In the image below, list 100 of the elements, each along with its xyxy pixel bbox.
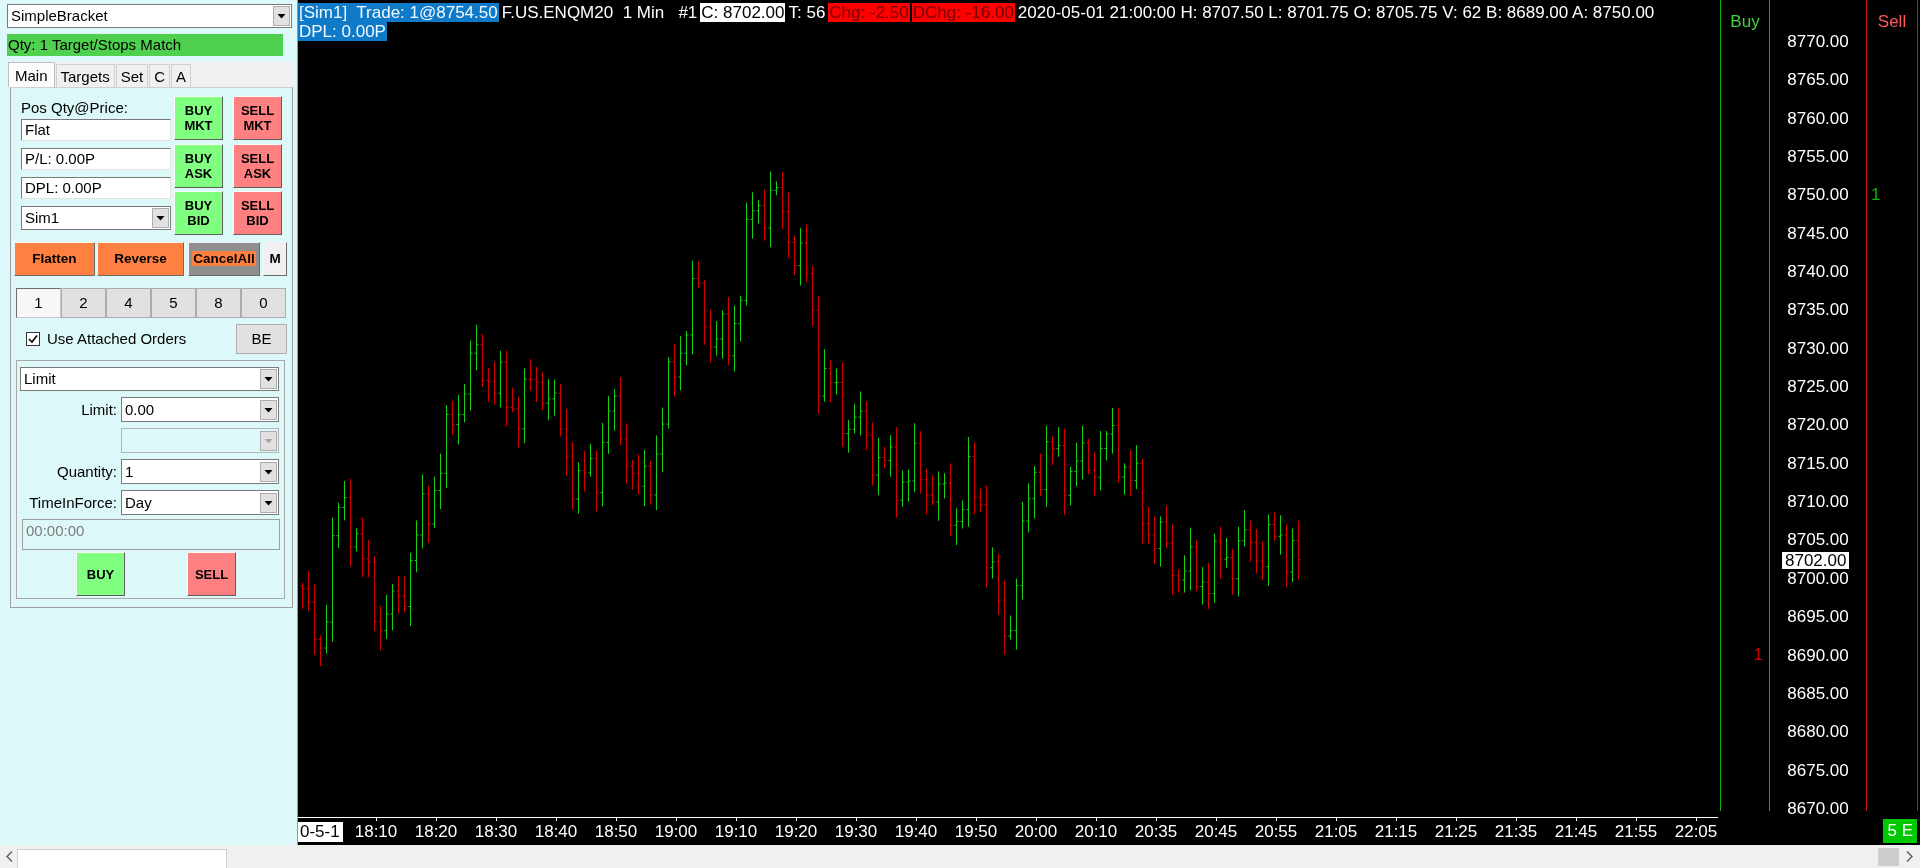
small-button[interactable]: M (263, 242, 287, 276)
field-label: TimeInForce: (28, 493, 118, 512)
quantity-preset-button[interactable]: 0 (241, 288, 286, 318)
buy-button[interactable]: BUY ASK (174, 143, 223, 188)
caret-icon[interactable] (273, 6, 290, 26)
caret-icon[interactable] (152, 208, 169, 228)
price-label: 8710.00 (1787, 493, 1849, 511)
price-label: 8725.00 (1787, 378, 1849, 396)
price-label: 8700.00 (1787, 569, 1849, 587)
checkbox-label: Use Attached Orders (47, 330, 187, 348)
time-label: 18:20 (414, 821, 458, 842)
quantity-preset-button[interactable]: 5 (151, 288, 196, 318)
price-label: 8680.00 (1787, 723, 1849, 741)
time-label: 21:05 (1314, 821, 1358, 842)
quantity-preset-button[interactable]: 1 (16, 288, 61, 318)
time-label: 18:40 (534, 821, 578, 842)
time-label: 19:40 (894, 821, 938, 842)
order-count: 1 (1871, 186, 1881, 204)
readout-field: Flat (21, 119, 171, 141)
quantity-preset-button[interactable]: 4 (106, 288, 151, 318)
time-label: 19:10 (714, 821, 758, 842)
time-label: 21:55 (1614, 821, 1658, 842)
buy-button[interactable]: BUY (76, 552, 125, 596)
chart-info-text: F.US.ENQM20 1 Min #1 (500, 3, 699, 22)
tab[interactable]: Main (8, 62, 55, 87)
caret-icon[interactable] (260, 399, 277, 420)
checkbox[interactable] (26, 332, 40, 346)
sell-button[interactable]: SELL MKT (233, 96, 282, 140)
field-dropdown[interactable]: 1 (121, 459, 279, 484)
price-label: 8740.00 (1787, 263, 1849, 281)
price-label: 8730.00 (1787, 339, 1849, 357)
time-label: 18:10 (354, 821, 398, 842)
scrollbar-thumb[interactable] (1878, 847, 1899, 866)
readout-field: P/L: 0.00P (21, 148, 171, 170)
price-label: 8675.00 (1787, 761, 1849, 779)
time-label: 19:20 (774, 821, 818, 842)
time-label: 20:55 (1254, 821, 1298, 842)
readout-field: DPL: 0.00P (21, 177, 171, 199)
time-label: 19:00 (654, 821, 698, 842)
change-text: Chg: -2.50 (828, 3, 910, 22)
buy-button[interactable]: BUY MKT (174, 96, 223, 140)
cancel-all-button[interactable]: CancelAll (188, 242, 260, 276)
time-label: 22:05 (1674, 821, 1718, 842)
account-dropdown[interactable]: Sim1 (21, 206, 171, 230)
change-text: DChg: -16.00 (911, 3, 1015, 22)
position-label: Pos Qty@Price: (21, 99, 129, 117)
price-label: 8690.00 (1787, 646, 1849, 664)
caret-icon[interactable] (260, 461, 277, 482)
date-label: 0-5-1 (298, 821, 343, 842)
chart-info-text: T: 56 (787, 3, 827, 22)
time-label: 20:45 (1194, 821, 1238, 842)
caret-icon[interactable] (260, 369, 277, 389)
price-label: 8735.00 (1787, 301, 1849, 319)
buy-button[interactable]: BUY BID (174, 191, 223, 235)
tab[interactable]: C (149, 64, 171, 87)
time-label: 19:30 (834, 821, 878, 842)
quantity-preset-button[interactable]: 2 (61, 288, 106, 318)
time-label: 18:50 (594, 821, 638, 842)
column-title: Sell (1877, 12, 1907, 32)
chevron-right-icon[interactable] (1906, 851, 1913, 862)
time-label: 20:00 (1014, 821, 1058, 842)
field-dropdown[interactable]: 0.00 (121, 397, 279, 422)
tab[interactable]: Targets (55, 64, 115, 87)
time-label: 21:15 (1374, 821, 1418, 842)
field-dropdown[interactable]: Day (121, 490, 279, 515)
tab[interactable]: Set (115, 64, 149, 87)
time-label: 21:25 (1434, 821, 1478, 842)
current-price-label: 8702.00 (1782, 552, 1850, 569)
price-label: 8765.00 (1787, 71, 1849, 89)
last-price-text: C: 8702.00 (700, 3, 786, 22)
time-label: 21:45 (1554, 821, 1598, 842)
quantity-preset-button[interactable]: 8 (196, 288, 241, 318)
price-label: 8760.00 (1787, 109, 1849, 127)
price-label: 8705.00 (1787, 531, 1849, 549)
time-label: 21:35 (1494, 821, 1538, 842)
caret-icon[interactable] (260, 492, 277, 513)
field-label: Limit: (80, 400, 118, 419)
sell-button[interactable]: SELL BID (233, 191, 282, 235)
order-type-dropdown[interactable]: Limit (20, 367, 279, 391)
strategy-dropdown[interactable]: SimpleBracket (7, 4, 292, 28)
status-badge: 5 E (1883, 819, 1917, 843)
chart-info-text: 2020-05-01 21:00:00 H: 8707.50 L: 8701.75 O: 8705.75 V: 62 B: 8689.00 A: 8750.00 (1016, 3, 1656, 22)
price-label: 8755.00 (1787, 148, 1849, 166)
price-label: 8750.00 (1787, 186, 1849, 204)
sell-button[interactable]: SELL (187, 552, 236, 596)
field-label: Quantity: (55, 462, 118, 481)
price-label: 8745.00 (1787, 224, 1849, 242)
price-label: 8770.00 (1787, 33, 1849, 50)
chevron-left-icon[interactable] (6, 851, 13, 862)
time-label: 18:30 (474, 821, 518, 842)
price-label: 8715.00 (1787, 454, 1849, 472)
be-button[interactable]: BE (236, 324, 287, 354)
price-label: 8670.00 (1787, 799, 1849, 817)
price-label: 8720.00 (1787, 416, 1849, 434)
sell-button[interactable]: SELL ASK (233, 143, 282, 188)
tab[interactable]: A (171, 64, 192, 87)
order-count: 1 (1753, 646, 1763, 664)
time-label: 20:35 (1134, 821, 1178, 842)
action-button[interactable]: Flatten (14, 242, 95, 276)
action-button[interactable]: Reverse (97, 242, 184, 276)
